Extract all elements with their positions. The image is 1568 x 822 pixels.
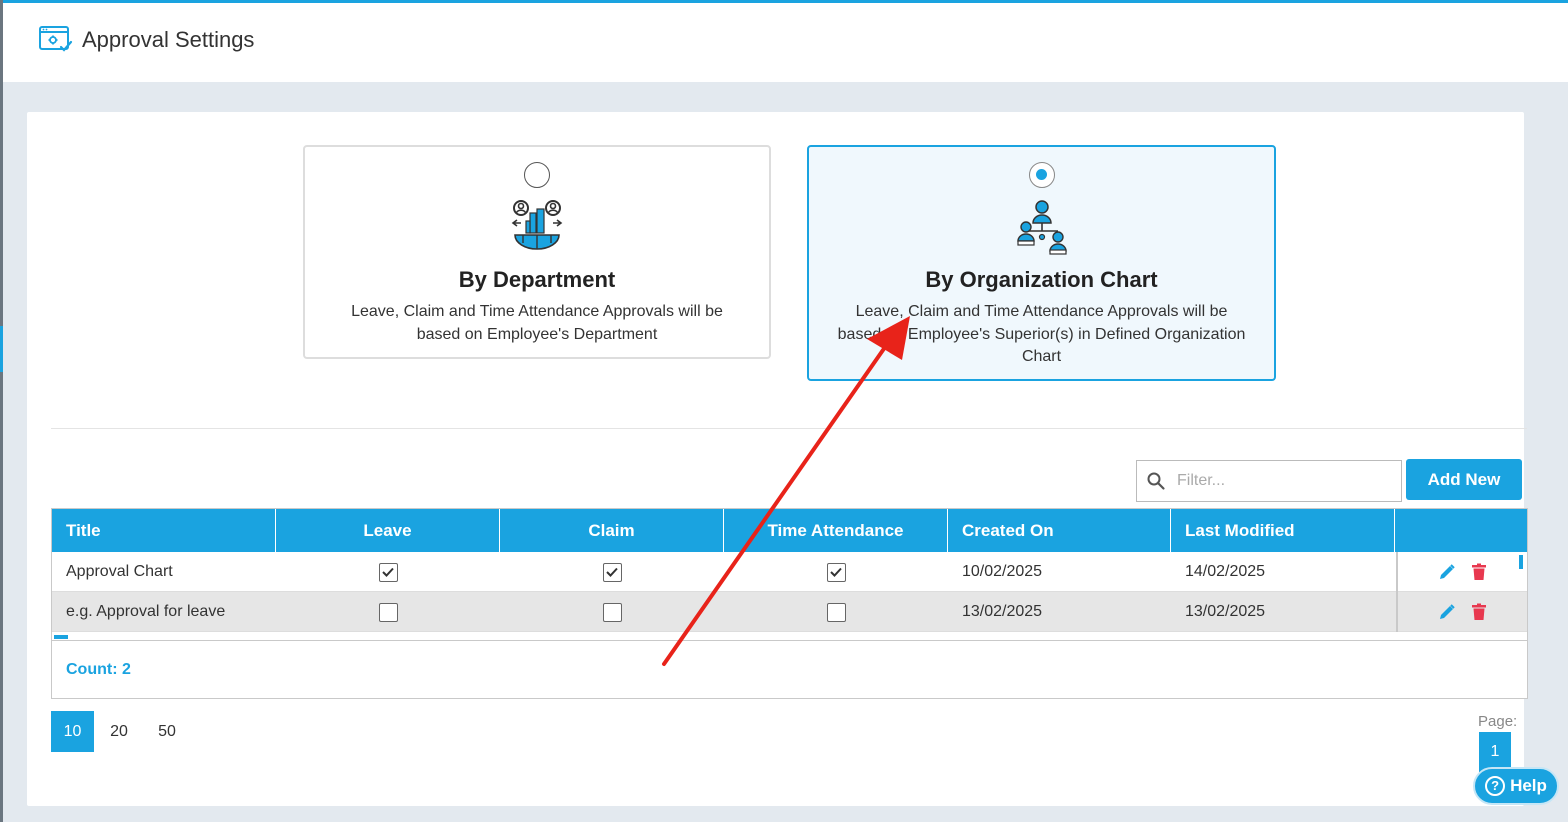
page-title: Approval Settings [82, 27, 255, 52]
left-sidebar-edge [0, 0, 3, 822]
help-icon: ? [1485, 776, 1506, 796]
option-title: By Department [458, 267, 616, 292]
page-size-20[interactable]: 20 [96, 711, 142, 752]
column-header-time-attendance[interactable]: Time Attendance [724, 509, 948, 552]
page-button-1[interactable]: 1 [1479, 732, 1511, 772]
cell-created-on: 13/02/2025 [962, 603, 1043, 620]
help-button[interactable]: ? Help [1473, 767, 1559, 805]
column-header-title[interactable]: Title [52, 509, 276, 552]
vertical-scrollbar[interactable] [1519, 555, 1523, 569]
cell-last-modified: 13/02/2025 [1185, 603, 1266, 620]
radio-by-department[interactable] [524, 162, 550, 188]
cell-title: Approval Chart [66, 563, 173, 580]
record-count: Count: 2 [66, 661, 131, 678]
column-header-claim[interactable]: Claim [500, 509, 724, 552]
cell-time-attendance [724, 552, 948, 592]
cell-actions [1396, 552, 1527, 592]
time-attendance-checkbox[interactable] [826, 602, 846, 622]
time-attendance-checkbox[interactable] [826, 562, 846, 582]
delete-icon[interactable] [1469, 602, 1489, 622]
option-description: Leave, Claim and Time Attendance Approva… [837, 303, 1246, 365]
column-header-leave[interactable]: Leave [276, 509, 500, 552]
cell-created-on: 10/02/2025 [962, 563, 1043, 580]
cell-time-attendance [724, 592, 948, 632]
claim-checkbox[interactable] [602, 562, 622, 582]
settings-window-icon [39, 26, 73, 52]
option-title: By Organization Chart [925, 267, 1158, 292]
delete-icon[interactable] [1469, 562, 1489, 582]
leave-checkbox[interactable] [378, 562, 398, 582]
approval-grid: Title Leave Claim Time Attendance Create… [51, 508, 1528, 699]
cell-leave [276, 552, 500, 592]
department-icon [511, 200, 563, 250]
search-icon [1147, 472, 1165, 490]
column-header-created-on[interactable]: Created On [948, 509, 1171, 552]
table-row[interactable]: e.g. Approval for leave 13/02/2025 13/02… [52, 592, 1527, 632]
page-size-10[interactable]: 10 [51, 711, 94, 752]
cell-title: e.g. Approval for leave [66, 603, 226, 620]
edit-icon[interactable] [1437, 562, 1457, 582]
page-size-50[interactable]: 50 [144, 711, 190, 752]
section-divider [51, 428, 1527, 429]
table-row[interactable]: Approval Chart 10/02/2025 14/02/2025 [52, 552, 1527, 592]
cell-last-modified: 14/02/2025 [1185, 563, 1266, 580]
org-chart-icon [1016, 200, 1067, 255]
add-new-button[interactable]: Add New [1406, 459, 1522, 500]
column-header-actions [1395, 509, 1527, 552]
option-by-organization-chart[interactable]: By Organization Chart Leave, Claim and T… [807, 145, 1276, 381]
help-label: Help [1510, 776, 1547, 795]
page-label: Page: [1478, 713, 1518, 730]
leave-checkbox[interactable] [378, 602, 398, 622]
claim-checkbox[interactable] [602, 602, 622, 622]
grid-footer: Count: 2 [52, 640, 1527, 698]
edit-icon[interactable] [1437, 602, 1457, 622]
option-description: Leave, Claim and Time Attendance Approva… [351, 303, 723, 343]
page-header: Approval Settings [3, 3, 1568, 82]
horizontal-scrollbar[interactable] [54, 635, 68, 639]
cell-claim [500, 552, 724, 592]
filter-input[interactable] [1177, 469, 1387, 493]
option-by-department[interactable]: By Department Leave, Claim and Time Atte… [303, 145, 771, 359]
page-size-selector: 10 20 50 [51, 711, 192, 752]
cell-actions [1396, 592, 1527, 632]
column-header-last-modified[interactable]: Last Modified [1171, 509, 1395, 552]
radio-by-organization-chart[interactable] [1028, 162, 1055, 188]
filter-box[interactable] [1136, 460, 1402, 502]
settings-panel: By Department Leave, Claim and Time Atte… [27, 112, 1528, 806]
cell-leave [276, 592, 500, 632]
grid-header: Title Leave Claim Time Attendance Create… [52, 509, 1527, 552]
cell-claim [500, 592, 724, 632]
sidebar-active-marker [0, 326, 3, 372]
